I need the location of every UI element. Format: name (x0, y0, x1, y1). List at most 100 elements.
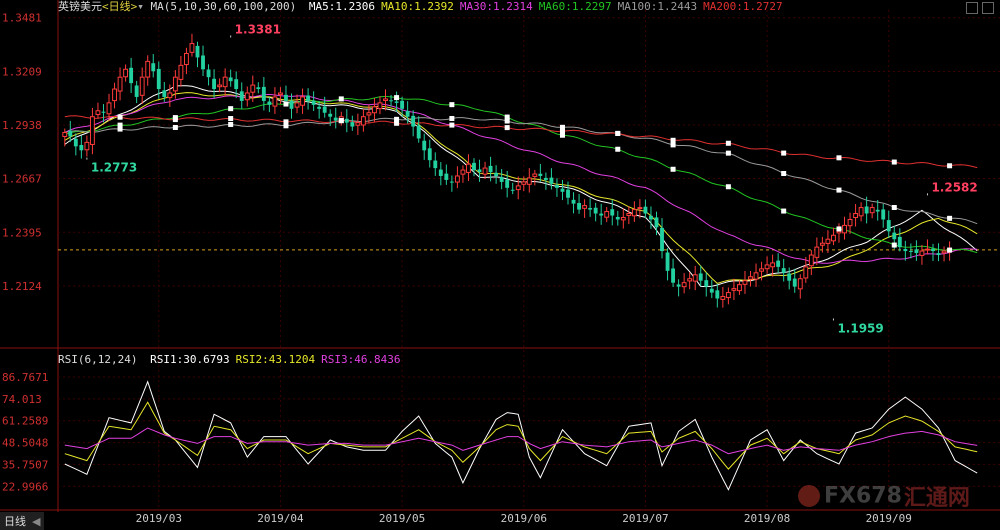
candlestick[interactable] (599, 203, 604, 225)
ma-dropdown-icon[interactable]: ▾ (137, 0, 144, 13)
candlestick[interactable] (123, 64, 129, 82)
candlestick[interactable] (764, 256, 770, 274)
candlestick[interactable] (267, 97, 272, 113)
candlestick[interactable] (206, 64, 211, 86)
candlestick[interactable] (869, 203, 875, 219)
candlestick[interactable] (671, 258, 676, 287)
candlestick[interactable] (665, 248, 670, 281)
candlestick[interactable] (433, 152, 438, 176)
candlestick[interactable] (510, 182, 515, 195)
candlestick[interactable] (842, 216, 847, 240)
candlestick[interactable] (555, 178, 559, 197)
candlestick[interactable] (526, 168, 532, 193)
candlestick[interactable] (444, 164, 449, 185)
candlestick[interactable] (615, 210, 620, 226)
candlestick[interactable] (748, 270, 753, 287)
candlestick[interactable] (731, 278, 737, 301)
candlestick[interactable] (372, 98, 377, 122)
candlestick[interactable] (422, 133, 427, 160)
candlestick[interactable] (360, 108, 366, 132)
candlestick[interactable] (272, 87, 278, 114)
candlestick[interactable] (593, 202, 598, 222)
candlestick[interactable] (858, 202, 864, 222)
candlestick[interactable] (494, 165, 499, 184)
candlestick[interactable] (881, 203, 886, 228)
candlestick[interactable] (488, 156, 493, 182)
candlestick[interactable] (753, 263, 759, 287)
candlestick[interactable] (145, 55, 151, 86)
candlestick[interactable] (416, 116, 421, 143)
candlestick[interactable] (449, 175, 454, 192)
candlestick[interactable] (903, 240, 908, 261)
candlestick[interactable] (405, 101, 410, 124)
candlestick[interactable] (89, 108, 95, 155)
candlestick[interactable] (117, 67, 123, 101)
candlestick[interactable] (908, 243, 913, 259)
candlestick[interactable] (228, 69, 233, 87)
candlestick[interactable] (681, 273, 687, 294)
candlestick[interactable] (620, 208, 626, 229)
candlestick[interactable] (189, 33, 195, 57)
candlestick[interactable] (482, 161, 488, 180)
candlestick[interactable] (709, 279, 714, 299)
candlestick[interactable] (134, 80, 139, 104)
maximize-icon[interactable] (982, 2, 994, 14)
candlestick[interactable] (643, 199, 648, 219)
candlestick[interactable] (344, 109, 349, 133)
candlestick[interactable] (244, 86, 250, 107)
candlestick[interactable] (560, 179, 565, 201)
candlestick[interactable] (814, 237, 820, 266)
candlestick[interactable] (781, 258, 786, 282)
candlestick[interactable] (577, 194, 582, 214)
candlestick[interactable] (897, 228, 902, 252)
candlestick[interactable] (720, 286, 726, 308)
candlestick[interactable] (931, 243, 935, 261)
candlestick[interactable] (222, 68, 228, 97)
candlestick[interactable] (604, 207, 610, 223)
candlestick[interactable] (289, 93, 294, 119)
candlestick[interactable] (919, 244, 925, 265)
candlestick[interactable] (84, 135, 90, 157)
candlestick[interactable] (151, 54, 156, 78)
candlestick[interactable] (582, 199, 588, 218)
candlestick[interactable] (737, 280, 742, 295)
candlestick[interactable] (178, 55, 184, 87)
candlestick[interactable] (588, 198, 593, 217)
candlestick[interactable] (306, 88, 311, 110)
scroll-left-icon[interactable]: ◀ (32, 515, 40, 528)
candlestick[interactable] (317, 100, 322, 119)
minimize-icon[interactable] (966, 2, 978, 14)
candlestick[interactable] (377, 96, 383, 115)
candlestick[interactable] (704, 272, 709, 297)
candlestick[interactable] (532, 169, 538, 186)
candlestick[interactable] (95, 102, 101, 119)
candlestick[interactable] (294, 94, 300, 114)
candlestick[interactable] (217, 78, 223, 93)
candlestick[interactable] (350, 115, 355, 131)
candlestick[interactable] (692, 265, 698, 291)
candlestick[interactable] (742, 270, 748, 294)
candlestick[interactable] (875, 199, 880, 221)
candlestick[interactable] (460, 165, 466, 183)
candlestick[interactable] (571, 192, 576, 214)
candlestick[interactable] (776, 253, 781, 274)
candlestick[interactable] (715, 283, 720, 308)
candlestick[interactable] (195, 41, 200, 68)
candlestick[interactable] (183, 47, 189, 75)
candlestick[interactable] (626, 206, 632, 225)
candlestick[interactable] (129, 57, 134, 93)
candlestick[interactable] (311, 91, 316, 112)
candlestick[interactable] (300, 88, 305, 114)
candlestick[interactable] (239, 82, 244, 110)
candlestick[interactable] (499, 168, 504, 190)
candlestick[interactable] (79, 135, 84, 159)
candlestick[interactable] (808, 250, 814, 276)
candlestick[interactable] (212, 69, 217, 99)
candlestick[interactable] (831, 227, 836, 246)
candlestick[interactable] (853, 204, 859, 227)
candlestick[interactable] (400, 96, 405, 118)
candlestick[interactable] (454, 166, 460, 189)
candlestick[interactable] (676, 279, 681, 297)
candlestick[interactable] (725, 287, 731, 305)
candlestick[interactable] (438, 162, 443, 186)
